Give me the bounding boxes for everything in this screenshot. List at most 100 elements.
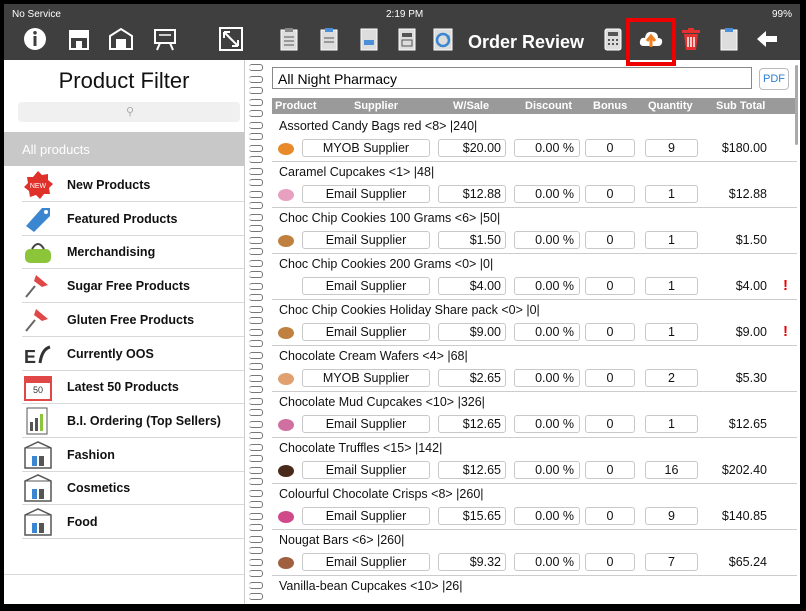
filter-search-input[interactable]: ⚲ bbox=[18, 102, 240, 122]
price-field[interactable]: $9.32 bbox=[438, 553, 506, 571]
category-label: New Products bbox=[67, 178, 151, 192]
bonus-field[interactable]: 0 bbox=[585, 231, 635, 249]
discount-field[interactable]: 0.00 % bbox=[514, 323, 580, 341]
document-icon[interactable] bbox=[356, 26, 382, 52]
order-row[interactable]: Choc Chip Cookies 100 Grams <6> |50| Emai… bbox=[272, 207, 797, 254]
quantity-field[interactable]: 1 bbox=[645, 415, 698, 433]
order-row[interactable]: Assorted Candy Bags red <8> |240| MYOB Su… bbox=[272, 115, 797, 162]
box-icon bbox=[22, 507, 54, 537]
category-item[interactable]: Fashion bbox=[22, 438, 244, 472]
supplier-field[interactable]: Email Supplier bbox=[302, 323, 430, 341]
order-row[interactable]: Choc Chip Cookies 200 Grams <0> |0| Email… bbox=[272, 253, 797, 300]
category-item[interactable]: Gluten Free Products bbox=[22, 303, 244, 337]
quantity-field[interactable]: 9 bbox=[645, 507, 698, 525]
warehouse-icon[interactable] bbox=[108, 26, 134, 52]
discount-field[interactable]: 0.00 % bbox=[514, 369, 580, 387]
supplier-field[interactable]: Email Supplier bbox=[302, 277, 430, 295]
discount-field[interactable]: 0.00 % bbox=[514, 415, 580, 433]
price-field[interactable]: $12.65 bbox=[438, 415, 506, 433]
price-field[interactable]: $20.00 bbox=[438, 139, 506, 157]
supplier-field[interactable]: MYOB Supplier bbox=[302, 139, 430, 157]
invoice-icon[interactable] bbox=[394, 26, 420, 52]
category-item[interactable]: B.I. Ordering (Top Sellers) bbox=[22, 404, 244, 438]
clipboard-icon[interactable] bbox=[716, 26, 742, 52]
price-field[interactable]: $12.65 bbox=[438, 461, 506, 479]
sync-icon[interactable] bbox=[430, 26, 456, 52]
order-row[interactable]: Nougat Bars <6> |260| Email Supplier $9.32… bbox=[272, 529, 797, 576]
bonus-field[interactable]: 0 bbox=[585, 277, 635, 295]
quantity-field[interactable]: 1 bbox=[645, 231, 698, 249]
discount-field[interactable]: 0.00 % bbox=[514, 553, 580, 571]
price-field[interactable]: $2.65 bbox=[438, 369, 506, 387]
product-thumbnail bbox=[278, 557, 294, 569]
order-row[interactable]: Vanilla-bean Cupcakes <10> |26| bbox=[272, 575, 797, 604]
price-field[interactable]: $15.65 bbox=[438, 507, 506, 525]
discount-field[interactable]: 0.00 % bbox=[514, 507, 580, 525]
discount-field[interactable]: 0.00 % bbox=[514, 277, 580, 295]
category-item[interactable]: Featured Products bbox=[22, 202, 244, 236]
quantity-field[interactable]: 7 bbox=[645, 553, 698, 571]
bonus-field[interactable]: 0 bbox=[585, 415, 635, 433]
pdf-button[interactable]: PDF bbox=[759, 68, 789, 90]
all-products-item[interactable]: All products bbox=[4, 132, 244, 166]
discount-field[interactable]: 0.00 % bbox=[514, 461, 580, 479]
category-item[interactable]: E Currently OOS bbox=[22, 337, 244, 371]
discount-field[interactable]: 0.00 % bbox=[514, 139, 580, 157]
order-row[interactable]: Colourful Chocolate Crisps <8> |260| Emai… bbox=[272, 483, 797, 530]
price-field[interactable]: $1.50 bbox=[438, 231, 506, 249]
order-row[interactable]: Caramel Cupcakes <1> |48| Email Supplier $… bbox=[272, 161, 797, 208]
quantity-field[interactable]: 16 bbox=[645, 461, 698, 479]
binder-spine bbox=[244, 60, 270, 604]
clipboard-check-icon[interactable] bbox=[316, 26, 342, 52]
price-field[interactable]: $12.88 bbox=[438, 185, 506, 203]
supplier-field[interactable]: Email Supplier bbox=[302, 231, 430, 249]
calculator-icon[interactable] bbox=[600, 26, 626, 52]
category-item[interactable]: Merchandising bbox=[22, 235, 244, 270]
quantity-field[interactable]: 9 bbox=[645, 139, 698, 157]
supplier-field[interactable]: MYOB Supplier bbox=[302, 369, 430, 387]
col-quantity: Quantity bbox=[648, 100, 693, 112]
quantity-field[interactable]: 1 bbox=[645, 185, 698, 203]
bonus-field[interactable]: 0 bbox=[585, 507, 635, 525]
bonus-field[interactable]: 0 bbox=[585, 139, 635, 157]
bonus-field[interactable]: 0 bbox=[585, 323, 635, 341]
supplier-field[interactable]: Email Supplier bbox=[302, 553, 430, 571]
subtotal: $9.00 bbox=[735, 325, 767, 339]
scrollbar[interactable] bbox=[795, 65, 798, 145]
order-row[interactable]: Chocolate Mud Cupcakes <10> |326| Email S… bbox=[272, 391, 797, 438]
back-arrow-icon[interactable] bbox=[754, 26, 780, 52]
clipboard-list-icon[interactable] bbox=[276, 26, 302, 52]
supplier-field[interactable]: Email Supplier bbox=[302, 461, 430, 479]
supplier-field[interactable]: Email Supplier bbox=[302, 185, 430, 203]
store-icon[interactable] bbox=[66, 26, 92, 52]
customer-field[interactable]: All Night Pharmacy bbox=[272, 67, 752, 89]
subtotal: $12.65 bbox=[728, 417, 767, 431]
quantity-field[interactable]: 2 bbox=[645, 369, 698, 387]
bonus-field[interactable]: 0 bbox=[585, 369, 635, 387]
category-item[interactable]: 50 Latest 50 Products bbox=[22, 370, 244, 405]
discount-field[interactable]: 0.00 % bbox=[514, 231, 580, 249]
order-row[interactable]: Chocolate Cream Wafers <4> |68| MYOB Supp… bbox=[272, 345, 797, 392]
order-row[interactable]: Chocolate Truffles <15> |142| Email Suppl… bbox=[272, 437, 797, 484]
discount-field[interactable]: 0.00 % bbox=[514, 185, 580, 203]
fullscreen-icon[interactable] bbox=[218, 26, 244, 52]
category-item[interactable]: Food bbox=[22, 505, 244, 539]
filter-title: Product Filter bbox=[58, 68, 190, 93]
category-item[interactable]: Cosmetics bbox=[22, 471, 244, 506]
supplier-field[interactable]: Email Supplier bbox=[302, 507, 430, 525]
bonus-field[interactable]: 0 bbox=[585, 553, 635, 571]
price-field[interactable]: $4.00 bbox=[438, 277, 506, 295]
info-icon[interactable] bbox=[22, 26, 48, 52]
bonus-field[interactable]: 0 bbox=[585, 461, 635, 479]
order-row[interactable]: Choc Chip Cookies Holiday Share pack <0>… bbox=[272, 299, 797, 346]
quantity-field[interactable]: 1 bbox=[645, 323, 698, 341]
category-item[interactable]: Sugar Free Products bbox=[22, 269, 244, 304]
supplier-field[interactable]: Email Supplier bbox=[302, 415, 430, 433]
presentation-icon[interactable] bbox=[152, 26, 178, 52]
category-item[interactable]: NEW New Products bbox=[22, 168, 244, 202]
price-field[interactable]: $9.00 bbox=[438, 323, 506, 341]
quantity-field[interactable]: 1 bbox=[645, 277, 698, 295]
subtotal: $1.50 bbox=[735, 233, 767, 247]
bonus-field[interactable]: 0 bbox=[585, 185, 635, 203]
trash-icon[interactable] bbox=[678, 26, 704, 52]
